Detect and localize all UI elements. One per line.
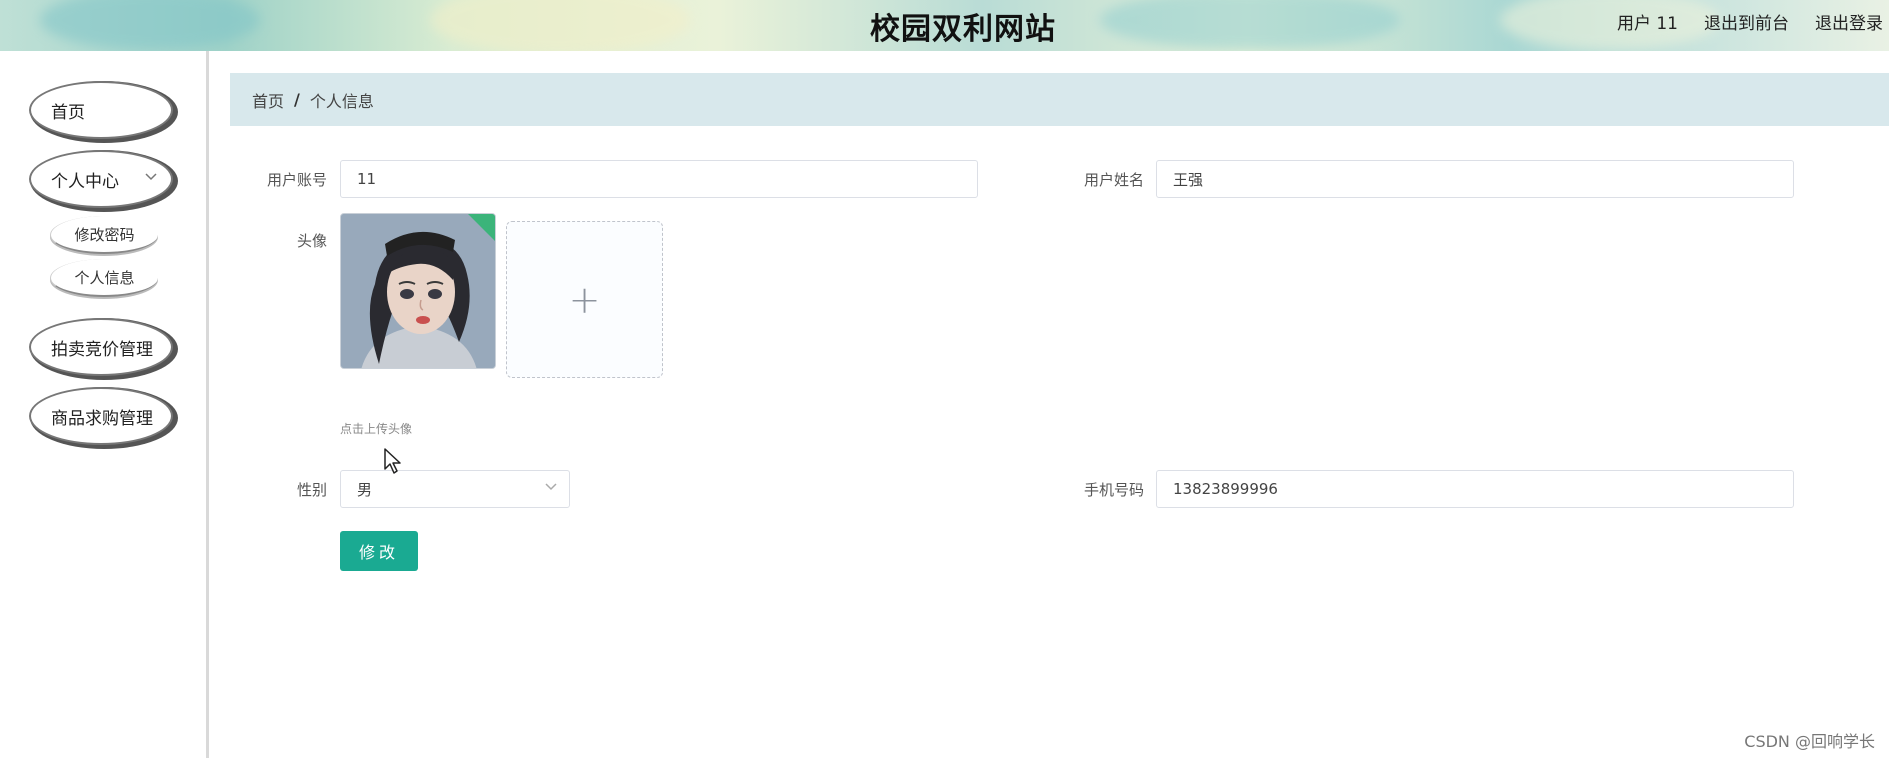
plus-icon: + [568, 277, 601, 322]
sidebar-item-label: 商品求购管理 [51, 408, 153, 429]
header-decoration [1100, 0, 1400, 50]
phone-value: 13823899996 [1173, 480, 1278, 498]
name-value: 王强 [1173, 170, 1204, 189]
account-field[interactable]: 11 [340, 160, 978, 198]
watermark: CSDN @回响学长 [1744, 732, 1875, 751]
logout-link[interactable]: 退出登录 [1815, 9, 1883, 34]
phone-label: 手机号码 [1083, 481, 1144, 499]
sidebar-item-label: 个人中心 [51, 171, 119, 192]
name-label: 用户姓名 [1083, 171, 1144, 189]
sidebar-subitem-change-password[interactable]: 修改密码 [50, 216, 158, 254]
sidebar-subitem-personal-info[interactable]: 个人信息 [50, 259, 158, 297]
breadcrumb-home[interactable]: 首页 [252, 88, 284, 112]
breadcrumb-separator: / [294, 90, 300, 109]
account-label: 用户账号 [266, 171, 327, 189]
mouse-pointer-icon [383, 447, 403, 479]
sidebar-divider [206, 51, 209, 758]
gender-value: 男 [357, 480, 373, 499]
avatar-upload-hint: 点击上传头像 [340, 422, 413, 436]
chevron-down-icon [545, 480, 557, 495]
sidebar-item-home[interactable]: 首页 [29, 81, 173, 139]
header-links: 用户 11 退出到前台 退出登录 [1617, 9, 1883, 34]
name-field[interactable]: 王强 [1156, 160, 1794, 198]
sidebar-item-personal-center[interactable]: 个人中心 [29, 150, 173, 208]
back-to-front-link[interactable]: 退出到前台 [1704, 9, 1789, 34]
header-decoration [40, 0, 260, 50]
submit-button[interactable]: 修改 [340, 531, 418, 571]
avatar-upload-button[interactable]: + [506, 221, 663, 378]
phone-field[interactable]: 13823899996 [1156, 470, 1794, 508]
breadcrumb: 首页 / 个人信息 [230, 73, 1889, 126]
sidebar-item-label: 拍卖竞价管理 [51, 339, 153, 360]
site-title: 校园双利网站 [870, 12, 1056, 47]
sidebar-item-label: 首页 [51, 102, 85, 123]
sidebar-subitem-label: 修改密码 [74, 225, 135, 244]
sidebar-subitem-label: 个人信息 [74, 268, 135, 287]
sidebar-item-purchase-management[interactable]: 商品求购管理 [29, 387, 173, 445]
breadcrumb-current: 个人信息 [309, 91, 374, 111]
avatar-illustration [341, 214, 495, 368]
avatar-image[interactable]: ✓ [340, 213, 496, 369]
header-decoration [430, 0, 690, 51]
avatar-label: 头像 [296, 232, 327, 250]
chevron-down-icon [145, 170, 157, 184]
account-value: 11 [357, 170, 377, 188]
user-label: 用户 11 [1616, 14, 1678, 34]
gender-label: 性别 [296, 481, 327, 499]
gender-select[interactable]: 男 [340, 470, 570, 508]
sidebar-item-auction-management[interactable]: 拍卖竞价管理 [29, 318, 173, 376]
top-header: 校园双利网站 用户 11 退出到前台 退出登录 [0, 0, 1889, 51]
